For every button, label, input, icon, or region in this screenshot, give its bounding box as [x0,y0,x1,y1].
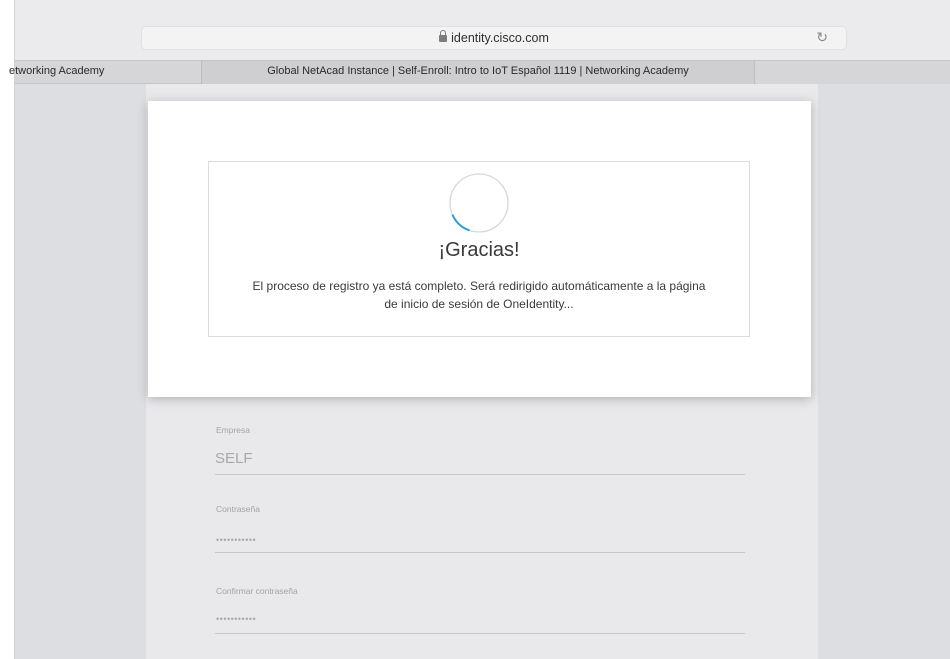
confirm-password-field[interactable]: ••••••••••• [216,614,256,624]
modal-title: ¡Gracias! [438,239,520,261]
confirm-password-underline [215,633,745,634]
confirmation-panel: ¡Gracias! El proceso de registro ya está… [208,161,750,337]
reload-icon[interactable]: ↻ [816,29,828,46]
lock-icon [439,30,448,42]
toolbar: identity.cisco.com ↻ [15,0,950,60]
modal-message-line-1: El proceso de registro ya está completo.… [252,279,706,293]
address-bar[interactable]: identity.cisco.com ↻ [141,26,847,50]
password-field[interactable]: ••••••••••• [216,535,256,545]
company-field[interactable]: SELF [215,450,253,467]
modal-message: El proceso de registro ya está completo.… [209,277,749,313]
tab-label: etworking Academy [9,65,105,77]
browser-window: identity.cisco.com ↻ etworking Academy G… [9,0,950,659]
tab-empty [756,61,950,84]
confirmation-modal: ¡Gracias! El proceso de registro ya está… [148,101,811,397]
company-underline [215,474,745,475]
url-text: identity.cisco.com [451,31,549,45]
spinner-arc [451,214,470,232]
modal-message-line-2: de inicio de sesión de OneIdentity... [384,297,574,311]
tab-label: Global NetAcad Instance | Self-Enroll: I… [267,65,689,77]
tab-self-enroll[interactable]: Global NetAcad Instance | Self-Enroll: I… [201,61,755,84]
confirm-password-label: Confirmar contraseña [216,586,298,596]
tab-networking-academy[interactable]: etworking Academy [9,61,199,84]
loading-spinner-icon [449,173,509,233]
url-display: identity.cisco.com [142,30,846,45]
tab-bar: etworking Academy Global NetAcad Instanc… [9,60,950,84]
company-label: Empresa [216,425,251,435]
password-underline [215,552,745,553]
password-label: Contraseña [216,504,260,514]
